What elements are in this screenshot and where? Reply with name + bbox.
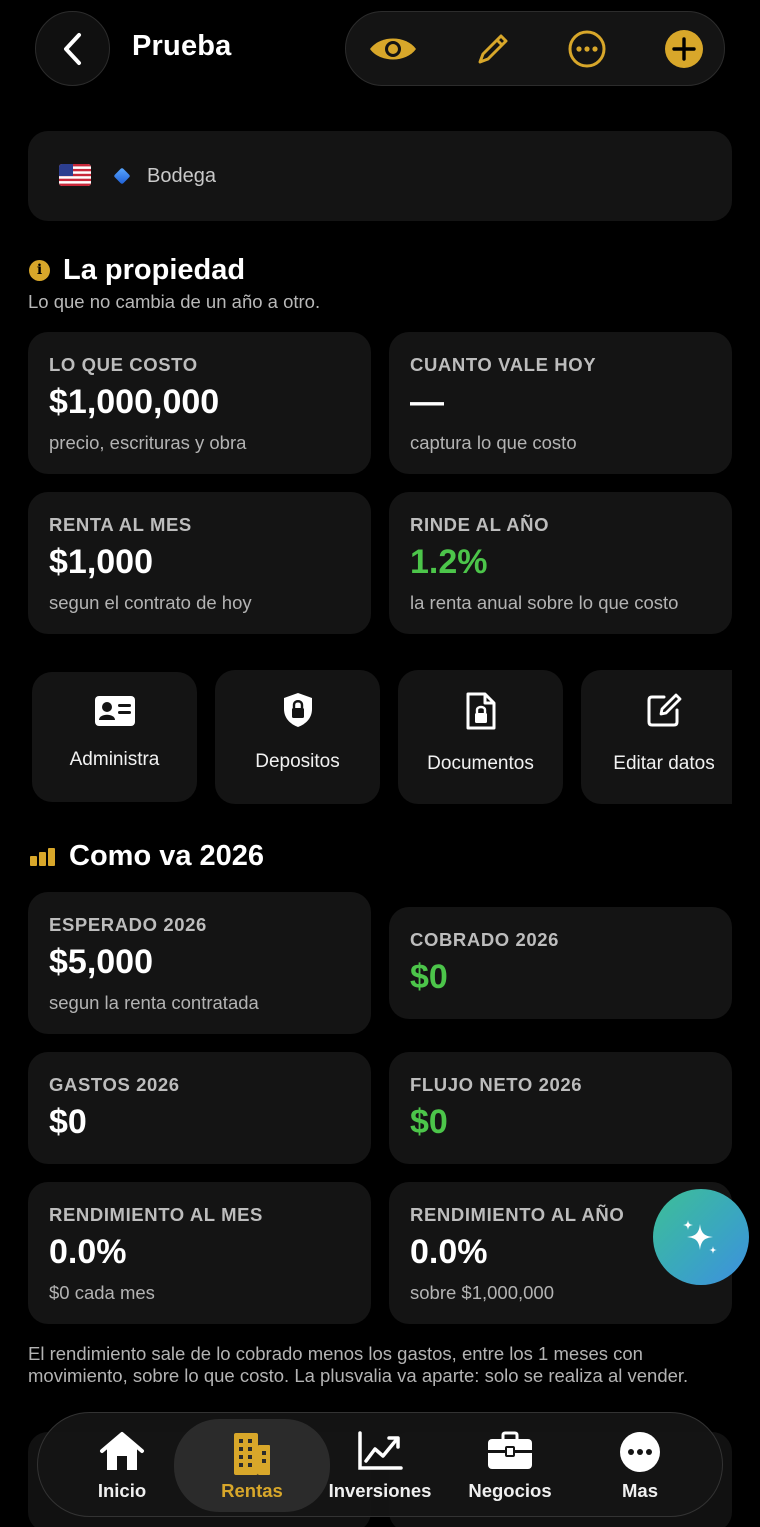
stat-card-monthly-return: RENDIMIENTO AL MES 0.0% $0 cada mes (28, 1182, 371, 1324)
property-type-label: Bodega (147, 165, 216, 187)
stat-label: LO QUE COSTO (49, 354, 198, 375)
stat-value: $1,000,000 (49, 383, 220, 421)
briefcase-icon (486, 1431, 534, 1476)
diamond-icon (113, 167, 131, 185)
ai-assistant-button[interactable] (653, 1189, 749, 1285)
chart-line-icon (357, 1431, 403, 1476)
stat-card-value-today[interactable]: CUANTO VALE HOY — captura lo que costo (389, 332, 732, 474)
yield-explanation-note: El rendimiento sale de lo cobrado menos … (28, 1343, 689, 1386)
stat-label: RENDIMIENTO AL MES (49, 1204, 263, 1225)
tab-label: Rentas (221, 1480, 283, 1501)
stat-card-annual-yield: RINDE AL AÑO 1.2% la renta anual sobre l… (389, 492, 732, 634)
stat-sub: segun el contrato de hoy (49, 592, 252, 613)
home-icon (99, 1431, 145, 1478)
stat-label: FLUJO NETO 2026 (410, 1074, 583, 1095)
bottom-tab-bar: Inicio Rentas Inversiones Negocios Mas (37, 1412, 723, 1517)
pencil-icon (478, 34, 508, 64)
action-label: Depositos (255, 751, 340, 772)
us-flag-icon (59, 164, 91, 186)
stat-value: 0.0% (410, 1233, 488, 1271)
stat-sub: captura lo que costo (410, 432, 577, 453)
stat-label: COBRADO 2026 (410, 929, 560, 950)
section-subtitle-property: Lo que no cambia de un año a otro. (28, 291, 321, 312)
tab-inicio[interactable]: Inicio (62, 1413, 182, 1518)
tab-label: Negocios (468, 1480, 552, 1501)
stat-label: ESPERADO 2026 (49, 914, 207, 935)
stat-value: 1.2% (410, 543, 488, 581)
document-lock-icon (465, 692, 497, 735)
stat-value: $0 (49, 1103, 87, 1141)
stat-value: $0 (410, 1103, 448, 1141)
page-title: Prueba (132, 30, 232, 62)
view-button[interactable] (368, 24, 418, 74)
action-editar-datos[interactable]: Editar datos (581, 670, 732, 804)
more-icon (619, 1431, 661, 1478)
building-icon (232, 1431, 272, 1482)
stat-value: $0 (410, 958, 448, 996)
property-tag-card: Bodega (28, 131, 732, 221)
stat-card-expected: ESPERADO 2026 $5,000 segun la renta cont… (28, 892, 371, 1034)
action-label: Documentos (427, 753, 534, 774)
action-depositos[interactable]: Depositos (215, 670, 380, 804)
edit-square-icon (646, 692, 682, 733)
tab-label: Inversiones (328, 1480, 432, 1501)
add-button[interactable] (659, 24, 709, 74)
bar-chart-icon (30, 848, 56, 866)
back-button[interactable] (35, 11, 110, 86)
action-label: Administra (69, 749, 160, 770)
edit-button[interactable] (468, 24, 518, 74)
stat-label: GASTOS 2026 (49, 1074, 180, 1095)
sparkles-icon (683, 1220, 717, 1254)
stat-value: $1,000 (49, 543, 153, 581)
stat-value: 0.0% (49, 1233, 127, 1271)
stat-label: CUANTO VALE HOY (410, 354, 597, 375)
section-title-year: Como va 2026 (69, 840, 265, 872)
info-icon: i (29, 260, 50, 281)
tab-inversiones[interactable]: Inversiones (320, 1413, 440, 1518)
header-toolbar (345, 11, 725, 86)
section-title-property: La propiedad (63, 254, 246, 286)
stat-label: RINDE AL AÑO (410, 514, 550, 535)
stat-value: — (410, 383, 444, 421)
tab-negocios[interactable]: Negocios (450, 1413, 570, 1518)
tab-mas[interactable]: Mas (580, 1413, 700, 1518)
stat-sub: precio, escrituras y obra (49, 432, 247, 453)
stat-value: $5,000 (49, 943, 153, 981)
ellipsis-circle-icon (568, 30, 606, 68)
stat-card-cost: LO QUE COSTO $1,000,000 precio, escritur… (28, 332, 371, 474)
id-card-icon (94, 694, 136, 733)
action-administra[interactable]: Administra (32, 672, 197, 802)
more-options-button[interactable] (562, 24, 612, 74)
action-documentos[interactable]: Documentos (398, 670, 563, 804)
tab-label: Mas (622, 1480, 658, 1501)
tab-label: Inicio (97, 1480, 147, 1501)
stat-sub: la renta anual sobre lo que costo (410, 592, 679, 613)
eye-icon (370, 38, 416, 60)
shield-lock-icon (282, 692, 314, 733)
stat-label: RENTA AL MES (49, 514, 192, 535)
stat-sub: sobre $1,000,000 (410, 1282, 555, 1303)
stat-label: RENDIMIENTO AL AÑO (410, 1204, 625, 1225)
plus-circle-icon (665, 30, 703, 68)
tab-rentas[interactable]: Rentas (174, 1419, 330, 1512)
stat-card-net-flow: FLUJO NETO 2026 $0 (389, 1052, 732, 1164)
stat-card-collected: COBRADO 2026 $0 (389, 907, 732, 1019)
stat-card-expenses: GASTOS 2026 $0 (28, 1052, 371, 1164)
chevron-left-icon (63, 32, 81, 65)
stat-card-monthly-rent: RENTA AL MES $1,000 segun el contrato de… (28, 492, 371, 634)
stat-sub: $0 cada mes (49, 1282, 155, 1303)
action-label: Editar datos (613, 753, 715, 774)
stat-sub: segun la renta contratada (49, 992, 259, 1013)
